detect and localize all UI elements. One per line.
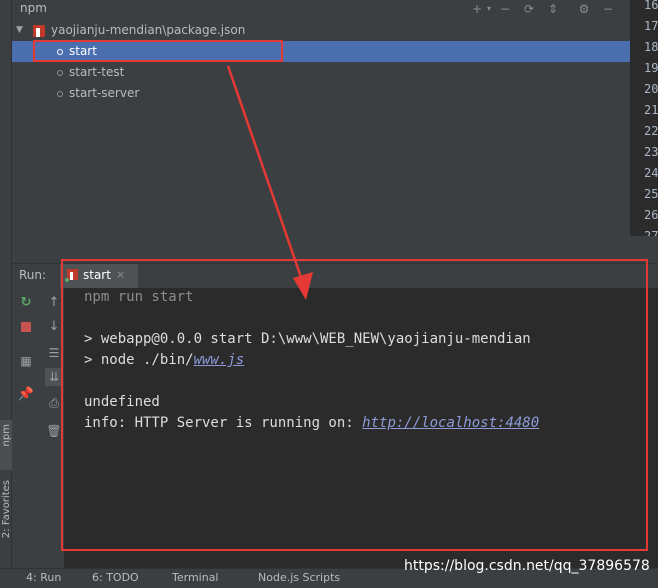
annotation-arrow (226, 65, 313, 300)
watermark-text: https://blog.csdn.net/qq_37896578 (404, 558, 650, 574)
